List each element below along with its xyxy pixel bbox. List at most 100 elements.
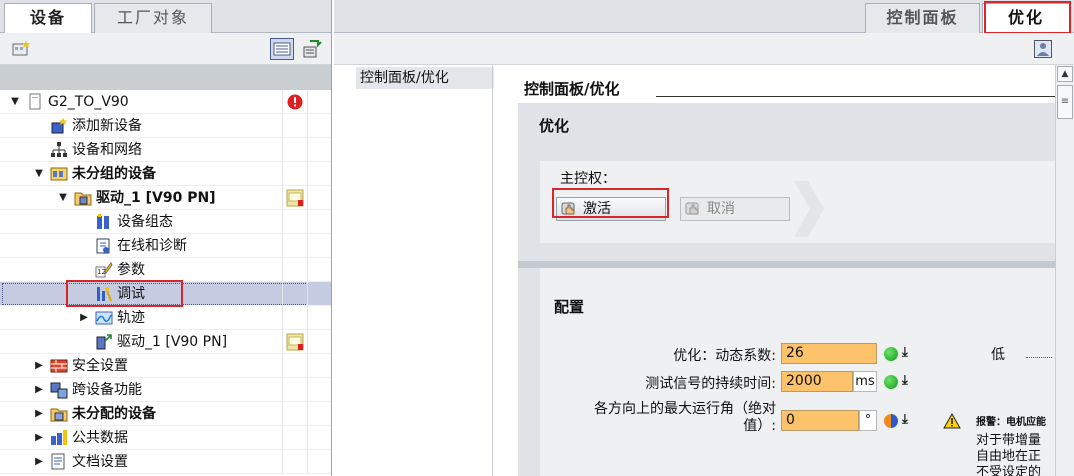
project-tree-header-bar — [0, 65, 331, 90]
tree-item-label: 设备和网络 — [72, 142, 142, 158]
scroll-up-button[interactable]: ▲ — [1057, 66, 1073, 82]
project-icon — [29, 93, 41, 110]
dynamic-factor-label: 优化：动态系数: — [673, 348, 776, 364]
editor-toolbar — [334, 33, 1074, 65]
tree-item-label: G2_TO_V90 — [48, 94, 129, 110]
master-control-label: 主控权： — [560, 171, 616, 187]
project-tree-tabs: 设备 工厂对象 — [0, 0, 331, 34]
cancel-button-label: 取消 — [707, 201, 735, 217]
collapse-arrow-icon[interactable]: ▼ — [34, 168, 44, 179]
test-signal-duration-unit: ms — [853, 371, 877, 392]
tree-row[interactable]: ▼ 驱动_1 [V90 PN] — [0, 186, 331, 210]
dynamic-factor-field[interactable]: 26 — [781, 343, 877, 364]
max-angle-label-line2: 值）: — [743, 418, 776, 434]
hand-cancel-icon — [685, 202, 699, 215]
expand-arrow-icon[interactable]: ▶ — [34, 408, 44, 419]
max-angle-unit: ° — [859, 410, 877, 431]
editor-tabs: 控制面板 优化 — [334, 0, 1074, 34]
tree-item-label: 驱动_1 [V90 PN] — [117, 334, 228, 350]
go-online-toolbar-icon[interactable] — [302, 39, 322, 59]
title-underline — [656, 96, 1055, 97]
expand-arrow-icon[interactable]: ▶ — [34, 360, 44, 371]
project-tree-pane: 设备 工厂对象 ▼ G2_TO_V90 添加新设备设备和网络 ▼ 未分组的设备 ▼ 驱动_1… — [0, 0, 332, 476]
parameters-icon: 12 — [95, 262, 113, 278]
scroll-thumb[interactable]: ≡ — [1057, 85, 1073, 119]
user-panel-icon[interactable] — [1034, 40, 1052, 58]
step-chevron-icon — [794, 181, 824, 237]
section-optimization-title: 优化 — [539, 117, 570, 135]
nav-item-control-panel-optimization[interactable]: 控制面板/优化 — [356, 67, 494, 89]
expand-arrow-icon[interactable]: ▶ — [34, 384, 44, 395]
warning-badge-icon — [286, 333, 304, 351]
nav-separator — [492, 65, 493, 476]
warning-text-line: 不受设定的 — [976, 465, 1042, 476]
section-configuration-title: 配置 — [554, 298, 585, 316]
tree-row[interactable]: 添加新设备 — [0, 114, 331, 138]
security-icon — [50, 359, 68, 373]
expand-arrow-icon[interactable]: ▶ — [34, 432, 44, 443]
low-label: 低 — [991, 347, 1005, 363]
tab-plant-objects[interactable]: 工厂对象 — [94, 3, 212, 33]
tree-item-label: 未分组的设备 — [72, 166, 156, 182]
low-slider-track — [1026, 348, 1052, 358]
tree-item-label: 设备组态 — [117, 214, 173, 230]
tree-item-label: 添加新设备 — [72, 118, 142, 134]
expand-arrow-icon[interactable]: ▶ — [79, 312, 89, 323]
tree-item-label: 安全设置 — [72, 358, 128, 374]
tab-devices[interactable]: 设备 — [4, 3, 92, 34]
tree-row[interactable]: ▶ 未分配的设备 — [0, 402, 331, 426]
trace-icon — [95, 311, 113, 325]
status-ok-icon — [884, 347, 898, 361]
download-icon[interactable]: ⤓ — [902, 373, 908, 388]
warning-badge-icon — [286, 189, 304, 207]
cross-device-icon — [50, 382, 68, 399]
tree-item-label: 文档设置 — [72, 454, 128, 470]
tree-row[interactable]: ▶ 文档设置 — [0, 450, 331, 474]
tree-row[interactable]: ▶ 轨迹 — [0, 306, 331, 330]
doc-settings-icon — [51, 453, 65, 470]
editor-pane: 控制面板 优化 控制面板/优化 控制面板/优化 优化 主控权： 激活 取消 配置… — [334, 0, 1074, 476]
test-signal-duration-label: 测试信号的持续时间: — [645, 376, 776, 392]
download-icon[interactable]: ⤓ — [902, 345, 908, 360]
highlight-box-optimization-tab — [984, 1, 1071, 34]
tree-row[interactable]: ▶ 安全设置 — [0, 354, 331, 378]
common-data-icon — [51, 430, 67, 445]
tree-item-label: 驱动_1 [V90 PN] — [96, 190, 216, 206]
expand-arrow-icon[interactable]: ▶ — [34, 456, 44, 467]
status-ok-icon — [884, 375, 898, 389]
tree-row[interactable]: ▼ G2_TO_V90 — [0, 90, 331, 114]
collapse-arrow-icon[interactable]: ▼ — [10, 96, 20, 107]
warning-title: 报警：电机应能 — [976, 417, 1046, 428]
tree-row[interactable]: 在线和诊断 — [0, 234, 331, 258]
tree-item-label: 公共数据 — [72, 430, 128, 446]
drive-device-icon — [96, 334, 112, 350]
tree-row[interactable]: 驱动_1 [V90 PN] — [0, 330, 331, 354]
project-tree-toolbar — [0, 33, 331, 65]
highlight-box-activate — [552, 188, 669, 218]
tab-control-panel[interactable]: 控制面板 — [865, 3, 980, 33]
error-badge-icon — [287, 94, 303, 110]
test-signal-duration-field[interactable]: 2000 — [781, 371, 853, 392]
download-icon[interactable]: ⤓ — [902, 412, 908, 427]
vertical-scrollbar[interactable]: ▲ ≡ — [1055, 65, 1074, 476]
max-angle-field[interactable]: 0 — [781, 410, 859, 431]
section-optimization: 优化 主控权： 激活 取消 — [518, 103, 1055, 261]
tree-item-label: 未分配的设备 — [72, 406, 156, 422]
tree-row[interactable]: ▼ 未分组的设备 — [0, 162, 331, 186]
detail-view-icon[interactable] — [270, 38, 294, 60]
highlight-box-commissioning — [66, 280, 183, 307]
collapse-arrow-icon[interactable]: ▼ — [58, 192, 68, 203]
tree-row[interactable]: 设备和网络 — [0, 138, 331, 162]
tree-row[interactable]: 12 参数 — [0, 258, 331, 282]
new-device-toolbar-icon[interactable] — [11, 39, 31, 59]
device-config-icon — [97, 214, 109, 229]
warning-icon — [943, 413, 961, 429]
tree-row[interactable]: ▶ 跨设备功能 — [0, 378, 331, 402]
tree-row[interactable]: 设备组态 — [0, 210, 331, 234]
tree-item-label: 在线和诊断 — [117, 238, 187, 254]
drive-folder-icon — [74, 192, 92, 206]
tree-item-label: 参数 — [117, 262, 145, 278]
tree-row[interactable]: ▶ 公共数据 — [0, 426, 331, 450]
cancel-button[interactable]: 取消 — [680, 197, 790, 221]
navigation-panel: 控制面板/优化 — [334, 65, 494, 476]
